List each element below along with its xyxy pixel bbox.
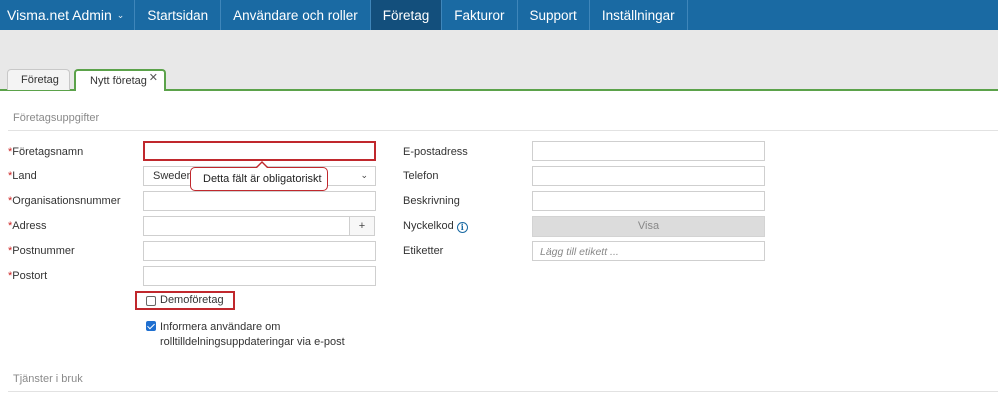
label-postal-code: *Postnummer [8,245,75,257]
tab-nytt-foretag[interactable]: Nytt företag ✕ [74,69,166,91]
divider [8,391,998,392]
label-key-code: Nyckelkod i [403,220,468,233]
city-input[interactable] [143,266,376,286]
demo-company-label: Demoföretag [160,294,224,306]
label-tags: Etiketter [403,245,444,257]
country-value: Sweden [153,170,193,182]
chevron-down-icon: ⌄ [360,170,368,180]
top-nav: Visma.net Admin ⌄ Startsidan Användare o… [0,0,998,30]
tab-label: Nytt företag [90,75,147,87]
services-section-title: Tjänster i bruk [13,373,83,385]
label-description: Beskrivning [403,195,460,207]
close-icon[interactable]: ✕ [149,71,158,84]
notify-users-label: Informera användare om rolltilldelningsu… [160,321,345,348]
org-number-input[interactable] [143,191,376,211]
show-key-button[interactable]: Visa [532,216,765,237]
postal-code-input[interactable] [143,241,376,261]
tags-placeholder: Lägg till etikett ... [540,246,619,258]
chevron-down-icon: ⌄ [116,9,125,20]
tooltip-text: Detta fält är obligatoriskt [203,173,322,185]
label-company-name: *Företagsnamn [8,146,84,158]
address-input[interactable] [143,216,350,236]
app-switcher[interactable]: Visma.net Admin ⌄ [0,0,134,30]
nav-item-fakturor[interactable]: Fakturor [441,0,516,30]
email-input[interactable] [532,141,765,161]
company-name-input[interactable] [143,141,376,161]
nav-item-support[interactable]: Support [516,0,589,30]
nav-item-installningar[interactable]: Inställningar [588,0,688,30]
label-address: *Adress [8,220,47,232]
description-input[interactable] [532,191,765,211]
add-address-button[interactable]: + [349,216,375,236]
tab-label: Företag [21,74,59,86]
demo-company-checkbox[interactable] [146,296,156,306]
phone-input[interactable] [532,166,765,186]
divider [8,130,998,131]
tab-foretag[interactable]: Företag [7,69,70,90]
label-org-number: *Organisationsnummer [8,195,121,207]
validation-tooltip: Detta fält är obligatoriskt [190,161,328,191]
nav-item-foretag[interactable]: Företag [369,0,442,30]
tags-input[interactable]: Lägg till etikett ... [532,241,765,261]
nav-item-users-roles[interactable]: Användare och roller [220,0,370,30]
notify-users-checkbox[interactable] [146,321,156,331]
nav-item-startsidan[interactable]: Startsidan [134,0,220,30]
info-icon[interactable]: i [456,222,468,233]
label-email: E-postadress [403,146,468,158]
tooltip-arrow-fill [256,163,268,169]
app-title: Visma.net Admin [7,7,112,23]
label-city: *Postort [8,270,48,282]
label-phone: Telefon [403,170,439,182]
section-title: Företagsuppgifter [13,112,100,124]
label-country: *Land [8,170,37,182]
